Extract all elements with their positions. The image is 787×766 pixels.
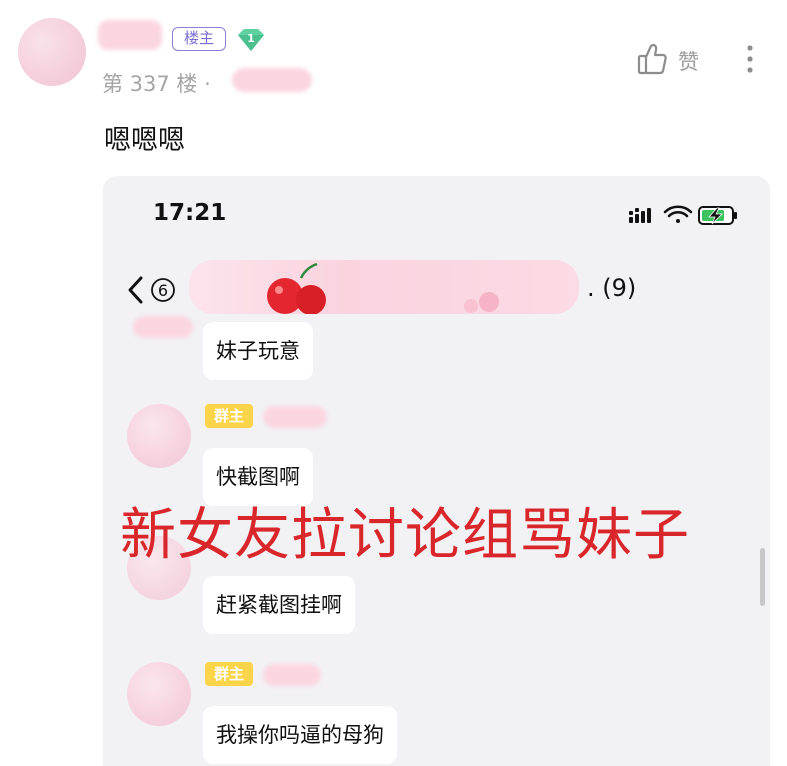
sender-name-blurred	[263, 664, 321, 686]
username-blurred[interactable]	[98, 20, 162, 50]
svg-text:6: 6	[158, 281, 168, 300]
post-content: 嗯嗯嗯	[104, 125, 185, 156]
sender-name-blurred	[133, 316, 193, 338]
floor-number: 第 337 楼 ·	[102, 72, 211, 96]
sender-name-blurred	[263, 406, 327, 428]
embedded-chat-screenshot[interactable]: 17:21 6 . (9) 妹子玩意 群主 快截图啊 赶紧截图挂啊 群主 我操你…	[103, 176, 770, 766]
role-tag: 群主	[205, 662, 253, 686]
more-vertical-icon[interactable]	[744, 44, 756, 74]
chat-bubble-1: 妹子玩意	[203, 322, 313, 380]
post-time-blurred	[232, 68, 312, 92]
overlay-caption: 新女友拉讨论组骂妹子	[120, 503, 690, 568]
chat-bubble-4: 我操你吗逼的母狗	[203, 706, 397, 764]
signal-icon	[629, 208, 651, 223]
level-number: 1	[247, 32, 255, 45]
user-avatar[interactable]	[18, 18, 86, 86]
wifi-icon	[663, 205, 693, 223]
avatar	[127, 662, 191, 726]
thumbs-up-icon[interactable]	[636, 42, 668, 76]
chat-bubble-3: 赶紧截图挂啊	[203, 576, 355, 634]
status-icons	[627, 202, 747, 228]
group-name-blurred	[189, 260, 579, 315]
role-tag: 群主	[205, 404, 253, 428]
chevron-left-icon[interactable]: 6	[125, 274, 183, 306]
group-member-count: . (9)	[587, 274, 637, 302]
owner-tag: 楼主	[172, 27, 226, 51]
like-button[interactable]: 赞	[678, 46, 699, 76]
battery-charging-icon	[698, 206, 737, 225]
avatar	[127, 404, 191, 468]
scrollbar[interactable]	[760, 548, 765, 606]
diamond-level-icon: 1	[234, 26, 268, 54]
status-time: 17:21	[153, 200, 227, 226]
